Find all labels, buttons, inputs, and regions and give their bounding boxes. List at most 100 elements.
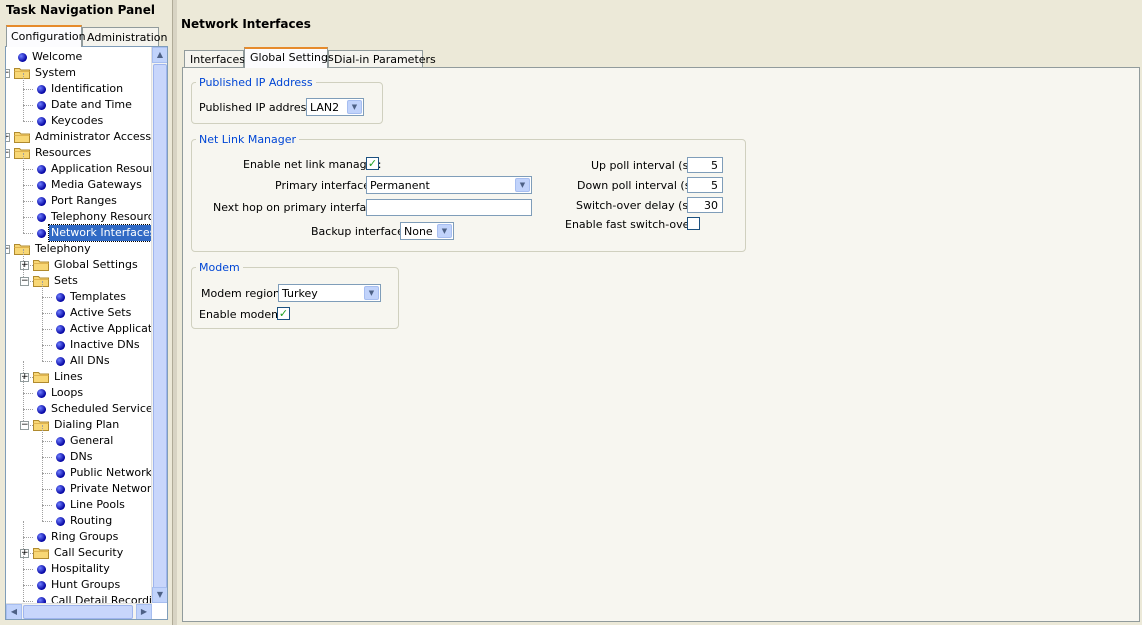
tree-connector (23, 185, 24, 201)
tree-connector (42, 425, 43, 441)
expand-icon[interactable]: + (20, 261, 29, 270)
enable-net-link-checkbox[interactable]: ✓ (366, 157, 379, 170)
expand-icon[interactable]: + (20, 549, 29, 558)
tree-connector (42, 489, 43, 505)
node-bullet-icon (56, 309, 65, 318)
tree-item-label: Application Resource (51, 162, 152, 175)
node-bullet-icon (37, 165, 46, 174)
chevron-down-icon[interactable]: ▼ (364, 286, 379, 300)
node-bullet-icon (37, 565, 46, 574)
tree-connector (23, 105, 33, 106)
tree-item-label: Telephony Resource (51, 210, 152, 223)
scroll-right-icon[interactable]: ▶ (136, 604, 152, 619)
node-bullet-icon (18, 53, 27, 62)
nav-panel-title: Task Navigation Panel (6, 3, 155, 17)
tree-connector (23, 393, 33, 394)
next-hop-label: Next hop on primary interface: (213, 201, 383, 214)
horizontal-scroll-thumb[interactable] (23, 605, 133, 619)
folder-icon (33, 275, 49, 287)
collapse-icon[interactable]: − (6, 245, 10, 254)
tree-item-label: Lines (54, 370, 83, 383)
up-poll-input[interactable]: 5 (687, 157, 723, 173)
check-mark-icon: ✓ (278, 307, 289, 320)
published-ip-select[interactable]: LAN2 ▼ (306, 98, 364, 116)
collapse-icon[interactable]: − (6, 69, 10, 78)
tree-item-label: Private Network (70, 482, 152, 495)
tree-vertical-scrollbar[interactable]: ▲ ▼ (151, 47, 167, 603)
tree-content: Welcome System − Identification Date and Tim… (6, 47, 152, 603)
tree-connector (23, 89, 33, 90)
node-bullet-icon (37, 213, 46, 222)
primary-interface-select[interactable]: Permanent ▼ (366, 176, 532, 194)
tree-connector (23, 377, 24, 393)
tree-horizontal-scrollbar[interactable]: ◀ ▶ (6, 603, 152, 619)
tab-global-settings[interactable]: Global Settings (244, 47, 334, 68)
tree-item-label: Call Security (54, 546, 124, 559)
tree-item-label: Telephony (35, 242, 91, 255)
folder-icon (33, 259, 49, 271)
chevron-down-icon[interactable]: ▼ (437, 224, 452, 238)
tree-connector (23, 169, 24, 185)
down-poll-label: Down poll interval (s): (577, 179, 699, 192)
tree-item-label: All DNs (70, 354, 110, 367)
collapse-icon[interactable]: − (20, 277, 29, 286)
tree-item-label: System (35, 66, 77, 79)
scroll-up-icon[interactable]: ▲ (152, 47, 167, 63)
tree-item-label: Routing (70, 514, 113, 527)
collapse-icon[interactable]: − (6, 149, 10, 158)
page-title: Network Interfaces (181, 17, 311, 31)
chevron-down-icon[interactable]: ▼ (347, 100, 362, 114)
folder-icon (33, 547, 49, 559)
node-bullet-icon (56, 453, 65, 462)
tree-item-label: Hospitality (51, 562, 110, 575)
down-poll-input[interactable]: 5 (687, 177, 723, 193)
navigation-tree: Welcome System − Identification Date and Tim… (5, 46, 168, 620)
tree-connector (23, 217, 33, 218)
vertical-scroll-thumb[interactable] (153, 64, 167, 596)
fast-switch-checkbox[interactable] (687, 217, 700, 230)
tree-connector (23, 393, 24, 409)
modem-region-label: Modem region: (201, 287, 284, 300)
expand-icon[interactable]: + (6, 133, 10, 142)
scroll-left-icon[interactable]: ◀ (6, 604, 22, 619)
backup-interface-value: None (404, 225, 433, 238)
tab-administration[interactable]: Administration (82, 27, 168, 47)
expand-icon[interactable]: + (20, 373, 29, 382)
tree-connector (23, 585, 24, 601)
modem-region-select[interactable]: Turkey ▼ (278, 284, 381, 302)
tree-item-label: Loops (51, 386, 84, 399)
tree-item-label: Call Detail Recording (51, 594, 152, 603)
enable-modem-checkbox[interactable]: ✓ (277, 307, 290, 320)
tree-item-label: Identification (51, 82, 124, 95)
net-link-manager-legend: Net Link Manager (199, 133, 297, 146)
chevron-down-icon[interactable]: ▼ (515, 178, 530, 192)
switch-over-delay-input[interactable]: 30 (687, 197, 723, 213)
node-bullet-icon (37, 389, 46, 398)
tree-connector (23, 585, 33, 586)
node-bullet-icon (56, 325, 65, 334)
collapse-icon[interactable]: − (20, 421, 29, 430)
tab-interfaces[interactable]: Interfaces (184, 50, 245, 67)
tree-connector (23, 185, 33, 186)
tree-item-label: Templates (70, 290, 126, 303)
tab-configuration[interactable]: Configuration (6, 25, 86, 47)
scroll-down-icon[interactable]: ▼ (152, 587, 167, 603)
published-ip-legend: Published IP Address (199, 76, 313, 89)
folder-icon (14, 147, 30, 159)
tree-connector (23, 233, 33, 234)
tree-connector (23, 153, 24, 169)
tree-item-label: Active Applicatio (70, 322, 152, 335)
tab-dial-in-parameters[interactable]: Dial-in Parameters (328, 50, 436, 67)
tree-connector (42, 361, 52, 362)
main-content: Network Interfaces Interfaces Global Set… (177, 0, 1142, 625)
backup-interface-select[interactable]: None ▼ (400, 222, 454, 240)
global-settings-panel: Published IP Address Published IP addres… (182, 67, 1140, 622)
node-bullet-icon (56, 501, 65, 510)
next-hop-input[interactable] (366, 199, 532, 216)
tree-connector (42, 505, 52, 506)
tree-item-label: Port Ranges (51, 194, 117, 207)
published-ip-label: Published IP address: (199, 101, 316, 114)
tree-connector (42, 441, 52, 442)
tree-item-label: Ring Groups (51, 530, 119, 543)
node-bullet-icon (56, 517, 65, 526)
